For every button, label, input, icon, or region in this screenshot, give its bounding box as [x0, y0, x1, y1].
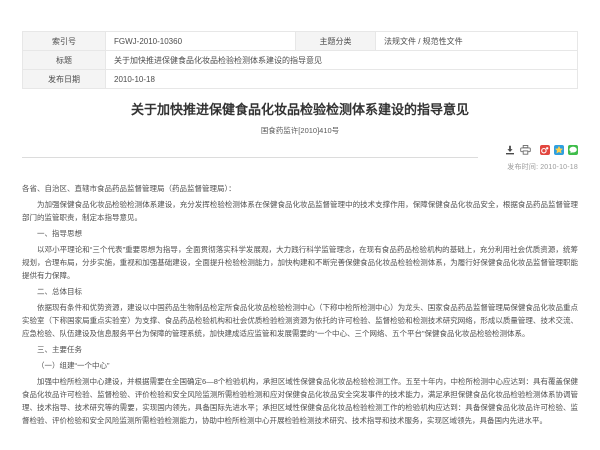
- table-row: 发布日期 2010-10-18: [23, 70, 578, 89]
- document-page: 索引号 FGWJ-2010-10360 主题分类 法规文件 / 规范性文件 标题…: [0, 0, 600, 450]
- subsection-heading-3-1: （一）组建“一个中心”: [22, 359, 578, 372]
- qzone-share-icon[interactable]: [554, 145, 564, 155]
- wechat-share-icon[interactable]: [568, 145, 578, 155]
- article-toolbar: [22, 144, 578, 155]
- section-heading-1: 一、指导思想: [22, 227, 578, 240]
- subsection-3-1-paragraph: 加强中检所检测中心建设，并根据需要在全国确定6—8个检验机构，承担区域性保健食品…: [22, 375, 578, 427]
- publish-time-value: 2010-10-18: [540, 164, 578, 171]
- category-value: 法规文件 / 规范性文件: [376, 32, 578, 51]
- document-info-table: 索引号 FGWJ-2010-10360 主题分类 法规文件 / 规范性文件 标题…: [22, 31, 578, 89]
- divider: [22, 157, 478, 158]
- section-heading-2: 二、总体目标: [22, 285, 578, 298]
- title-value: 关于加快推进保健食品化妆品检验检测体系建设的指导意见: [106, 51, 578, 70]
- publish-date-label: 发布日期: [23, 70, 106, 89]
- document-body: 各省、自治区、直辖市食品药品监督管理局（药品监督管理局）： 为加强保健食品化妆品…: [22, 182, 578, 427]
- category-label: 主题分类: [296, 32, 376, 51]
- publish-date-value: 2010-10-18: [106, 70, 578, 89]
- index-number-label: 索引号: [23, 32, 106, 51]
- section-2-paragraph: 依据现有条件和优势资源，建设以中国药品生物制品检定所食品化妆品检验检测中心（下称…: [22, 301, 578, 340]
- document-number: 国食药监许[2010]410号: [22, 125, 578, 136]
- publish-time-label: 发布时间:: [507, 164, 538, 171]
- weibo-share-icon[interactable]: [540, 145, 550, 155]
- intro-paragraph: 为加强保健食品化妆品检验检测体系建设，充分发挥检验检测体系在保健食品化妆品监督管…: [22, 198, 578, 224]
- publish-time: 发布时间: 2010-10-18: [22, 162, 578, 172]
- print-icon[interactable]: [520, 145, 531, 155]
- download-icon[interactable]: [505, 145, 515, 155]
- index-number-value: FGWJ-2010-10360: [106, 32, 296, 51]
- table-row: 索引号 FGWJ-2010-10360 主题分类 法规文件 / 规范性文件: [23, 32, 578, 51]
- article-title: 关于加快推进保健食品化妆品检验检测体系建设的指导意见: [22, 102, 578, 117]
- section-heading-3: 三、主要任务: [22, 343, 578, 356]
- salutation-paragraph: 各省、自治区、直辖市食品药品监督管理局（药品监督管理局）：: [22, 182, 578, 195]
- table-row: 标题 关于加快推进保健食品化妆品检验检测体系建设的指导意见: [23, 51, 578, 70]
- section-1-paragraph: 以邓小平理论和“三个代表”重要思想为指导，全面贯彻落实科学发展观，大力践行科学监…: [22, 243, 578, 282]
- title-label: 标题: [23, 51, 106, 70]
